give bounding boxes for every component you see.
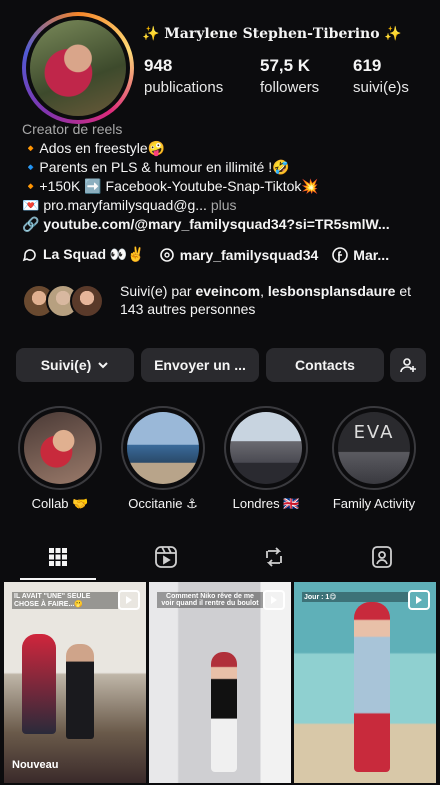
highlight-label: Collab 🤝: [31, 496, 89, 511]
bio-more-button[interactable]: plus: [211, 197, 237, 213]
profile-screen: ✨ 𝐌𝐚𝐫𝐲𝐥𝐞𝐧𝐞 𝐒𝐭𝐞𝐩𝐡𝐞𝐧-𝐓𝐢𝐛𝐞𝐫𝐢𝐧𝐨 ✨ 948 public…: [4, 2, 436, 783]
mutual-prefix: Suivi(e) par: [120, 283, 196, 299]
reel-icon: [263, 590, 285, 610]
stat-posts-label: publications: [144, 79, 224, 96]
profile-tabs: [4, 534, 436, 580]
bio-link-text: youtube.com/@mary_familysquad34?si=TR5sm…: [43, 216, 390, 232]
following-button[interactable]: Suivi(e): [16, 348, 134, 382]
contacts-label: Contacts: [295, 357, 355, 373]
stat-followers-label: followers: [260, 79, 320, 96]
tagged-icon: [372, 546, 392, 568]
reel-icon: [118, 590, 140, 610]
tab-tagged[interactable]: [328, 534, 436, 580]
facebook-icon: [332, 246, 349, 263]
bio-line: 🔸Ados en freestyle🤪: [22, 140, 166, 156]
profile-chips: La Squad 👀✌️ mary_familysquad34 Mar...: [22, 246, 389, 263]
profile-bio: Creator de reels 🔸Ados en freestyle🤪 🔹Pa…: [22, 120, 432, 234]
mutual-avatar: [70, 284, 104, 318]
tab-reposts[interactable]: [220, 534, 328, 580]
post-thumbnail[interactable]: Comment Niko rêve de me voir quand il re…: [149, 582, 291, 783]
profile-name: ✨ 𝐌𝐚𝐫𝐲𝐥𝐞𝐧𝐞 𝐒𝐭𝐞𝐩𝐡𝐞𝐧-𝐓𝐢𝐛𝐞𝐫𝐢𝐧𝐨 ✨: [142, 26, 402, 42]
bio-line-email: 💌 pro.maryfamilysquad@g... plus: [22, 196, 432, 215]
reel-icon: [408, 590, 430, 610]
add-user-icon: [400, 358, 416, 373]
reels-icon: [155, 546, 177, 568]
stat-posts[interactable]: 948 publications: [144, 56, 223, 96]
highlight-eva-text: EVA: [353, 422, 395, 443]
stat-following-value: 619: [353, 56, 382, 75]
highlight-label: Londres 🇬🇧: [232, 496, 300, 511]
posts-grid: IL AVAIT "UNE" SEULE CHOSE À FAIRE...🫢 N…: [4, 582, 436, 783]
link-icon: 🔗: [22, 216, 40, 232]
stat-following[interactable]: 619 suivi(e)s: [353, 56, 409, 96]
broadcast-icon: [22, 248, 36, 261]
profile-avatar[interactable]: [22, 12, 134, 124]
repost-icon: [266, 547, 282, 567]
post-caption: Comment Niko rêve de me voir quand il re…: [157, 592, 263, 608]
mutual-followers-text[interactable]: Suivi(e) par eveincom, lesbonsplansdaure…: [120, 282, 420, 318]
highlight-occitanie[interactable]: Occitanie ⚓: [121, 406, 205, 512]
mutual-name-2[interactable]: lesbonsplansdaure: [268, 283, 396, 299]
chip-broadcast-label: La Squad 👀✌️: [43, 246, 145, 262]
following-label: Suivi(e): [40, 357, 92, 373]
post-caption: IL AVAIT "UNE" SEULE CHOSE À FAIRE...🫢: [12, 592, 118, 609]
stat-followers-value: 57,5 K: [260, 56, 311, 75]
chevron-down-icon: [98, 362, 108, 369]
highlight-label: Occitanie ⚓: [128, 496, 198, 511]
chip-facebook-label: Mar...: [353, 246, 390, 263]
bio-link[interactable]: 🔗 youtube.com/@mary_familysquad34?si=TR5…: [22, 215, 432, 234]
highlight-family-activity[interactable]: EVA Family Activity: [332, 406, 416, 511]
threads-icon: [159, 247, 174, 262]
stat-following-label: suivi(e)s: [353, 79, 409, 96]
new-badge: Nouveau: [12, 759, 59, 771]
message-button[interactable]: Envoyer un ...: [141, 348, 259, 382]
mutual-name-1[interactable]: eveincom: [195, 283, 260, 299]
tab-posts[interactable]: [4, 534, 112, 580]
contacts-button[interactable]: Contacts: [266, 348, 384, 382]
chip-facebook[interactable]: Mar...: [332, 246, 389, 263]
stat-posts-value: 948: [144, 56, 173, 75]
bio-line: 🔸+150K ➡️ Facebook-Youtube-Snap-Tiktok💥: [22, 178, 319, 194]
highlight-londres[interactable]: Londres 🇬🇧: [224, 406, 308, 512]
post-caption: Jour : 1😋: [302, 592, 408, 602]
post-thumbnail[interactable]: IL AVAIT "UNE" SEULE CHOSE À FAIRE...🫢 N…: [4, 582, 146, 783]
bio-email: 💌 pro.maryfamilysquad@g...: [22, 197, 207, 213]
post-thumbnail[interactable]: Jour : 1😋: [294, 582, 436, 783]
message-label: Envoyer un ...: [154, 357, 246, 373]
bio-line: 🔹Parents en PLS & humour en illimité !🤣: [22, 159, 290, 175]
grid-icon: [49, 548, 67, 566]
chip-threads-label: mary_familysquad34: [179, 246, 319, 263]
add-user-button[interactable]: [390, 348, 426, 382]
mutual-avatars[interactable]: [22, 284, 104, 318]
mutual-separator: ,: [260, 283, 264, 299]
chip-threads[interactable]: mary_familysquad34: [159, 246, 319, 263]
tab-reels[interactable]: [112, 534, 220, 580]
highlight-collab[interactable]: Collab 🤝: [18, 406, 102, 512]
chip-broadcast[interactable]: La Squad 👀✌️: [22, 246, 145, 263]
stat-followers[interactable]: 57,5 K followers: [260, 56, 319, 96]
profile-category: Creator de reels: [22, 121, 123, 137]
highlight-label: Family Activity: [332, 496, 416, 511]
